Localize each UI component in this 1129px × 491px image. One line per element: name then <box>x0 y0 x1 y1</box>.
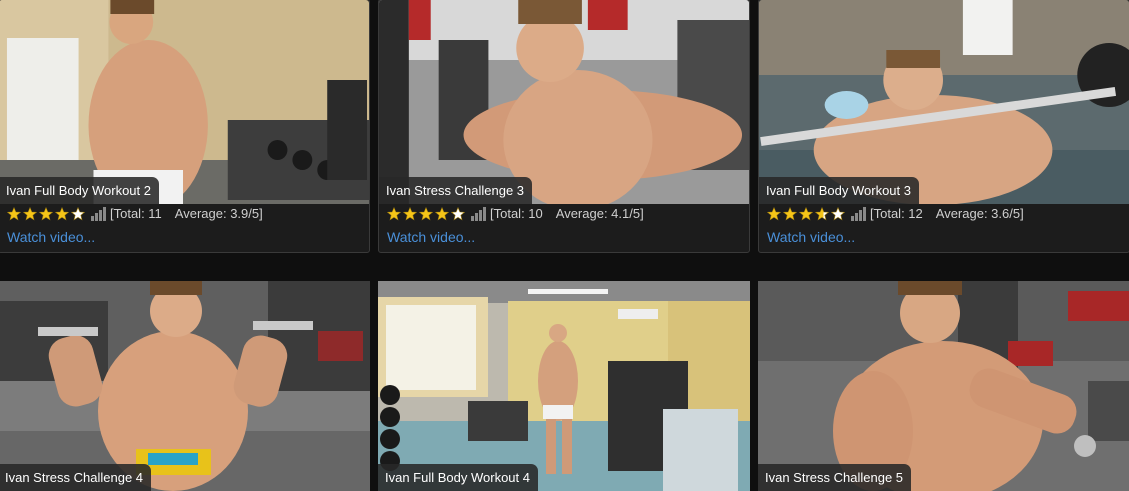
video-thumbnail[interactable]: Ivan Stress Challenge 3 <box>379 0 749 204</box>
watch-video-link[interactable]: Watch video... <box>387 228 475 246</box>
video-title[interactable]: Ivan Full Body Workout 4 <box>378 464 538 491</box>
video-thumbnail[interactable]: Ivan Full Body Workout 3 <box>759 0 1129 204</box>
star-icon[interactable] <box>23 207 37 221</box>
star-icon[interactable] <box>55 207 69 221</box>
star-rating[interactable] <box>7 207 87 221</box>
star-icon[interactable] <box>435 207 449 221</box>
video-title[interactable]: Ivan Stress Challenge 5 <box>758 464 912 491</box>
rating-average: Average: 4.1/5] <box>555 206 644 221</box>
rating-average: Average: 3.6/5] <box>935 206 1024 221</box>
video-card: Ivan Stress Challenge 3 [Total: 10 Avera… <box>378 0 750 253</box>
rating-average: Average: 3.9/5] <box>174 206 263 221</box>
video-thumbnail[interactable]: Ivan Stress Challenge 4 <box>0 281 370 491</box>
video-title[interactable]: Ivan Full Body Workout 3 <box>759 177 919 204</box>
signal-bars-icon <box>91 207 107 221</box>
watch-video-link[interactable]: Watch video... <box>7 228 95 246</box>
video-thumbnail[interactable]: Ivan Stress Challenge 5 <box>758 281 1129 491</box>
video-title[interactable]: Ivan Full Body Workout 2 <box>0 177 159 204</box>
video-thumbnail[interactable]: Ivan Full Body Workout 4 <box>378 281 750 491</box>
video-card: Ivan Full Body Workout 2 [Total: 11 Aver… <box>0 0 370 253</box>
rating-total: [Total: 12 <box>870 206 923 221</box>
star-rating[interactable] <box>767 207 847 221</box>
star-icon[interactable] <box>71 207 85 221</box>
star-icon[interactable] <box>7 207 21 221</box>
signal-bars-icon <box>851 207 867 221</box>
video-card: Ivan Stress Challenge 5 <box>758 281 1129 491</box>
watch-video-link[interactable]: Watch video... <box>767 228 855 246</box>
rating-row: [Total: 12 Average: 3.6/5] <box>767 206 1024 222</box>
star-icon[interactable] <box>783 207 797 221</box>
video-thumbnail-image <box>379 0 749 204</box>
star-icon[interactable] <box>815 207 829 221</box>
signal-bars-icon <box>471 207 487 221</box>
star-rating[interactable] <box>387 207 467 221</box>
video-thumbnail-image <box>758 281 1129 491</box>
video-thumbnail-image <box>0 281 370 491</box>
rating-row: [Total: 11 Average: 3.9/5] <box>7 206 263 222</box>
star-icon[interactable] <box>403 207 417 221</box>
star-icon[interactable] <box>387 207 401 221</box>
rating-row: [Total: 10 Average: 4.1/5] <box>387 206 644 222</box>
star-icon[interactable] <box>419 207 433 221</box>
star-icon[interactable] <box>799 207 813 221</box>
star-icon[interactable] <box>831 207 845 221</box>
video-thumbnail[interactable]: Ivan Full Body Workout 2 <box>0 0 369 204</box>
video-card: Ivan Stress Challenge 4 <box>0 281 370 491</box>
video-card: Ivan Full Body Workout 3 [Total: 12 Aver… <box>758 0 1129 253</box>
video-thumbnail-image <box>0 0 369 204</box>
star-icon[interactable] <box>767 207 781 221</box>
rating-total: [Total: 10 <box>490 206 543 221</box>
star-icon[interactable] <box>451 207 465 221</box>
video-title[interactable]: Ivan Stress Challenge 3 <box>379 177 533 204</box>
video-thumbnail-image <box>378 281 750 491</box>
video-title[interactable]: Ivan Stress Challenge 4 <box>0 464 152 491</box>
video-thumbnail-image <box>759 0 1129 204</box>
video-card: Ivan Full Body Workout 4 <box>378 281 750 491</box>
star-icon[interactable] <box>39 207 53 221</box>
rating-total: [Total: 11 <box>110 206 162 221</box>
